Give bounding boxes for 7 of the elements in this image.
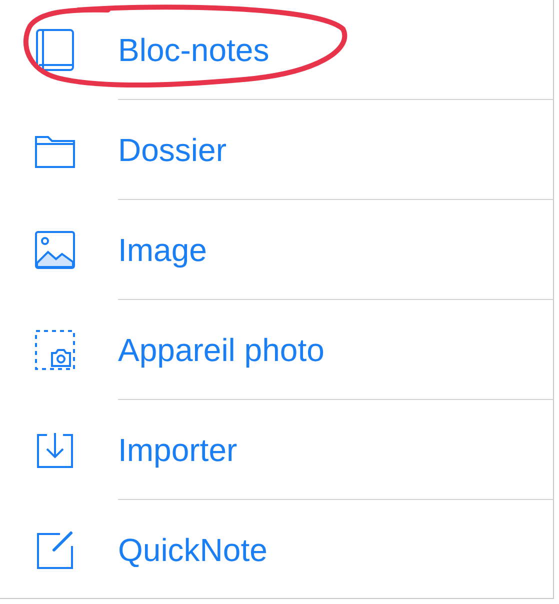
menu-item[interactable]: Image (118, 234, 207, 266)
menu-item[interactable]: Appareil photo (118, 334, 324, 366)
camera-icon (32, 327, 78, 373)
menu-item[interactable]: Importer (118, 434, 238, 466)
menu-item[interactable]: Bloc-notes (118, 34, 270, 66)
menu-item[interactable]: QuickNote (118, 534, 268, 566)
menu-item[interactable]: Dossier (118, 134, 226, 166)
